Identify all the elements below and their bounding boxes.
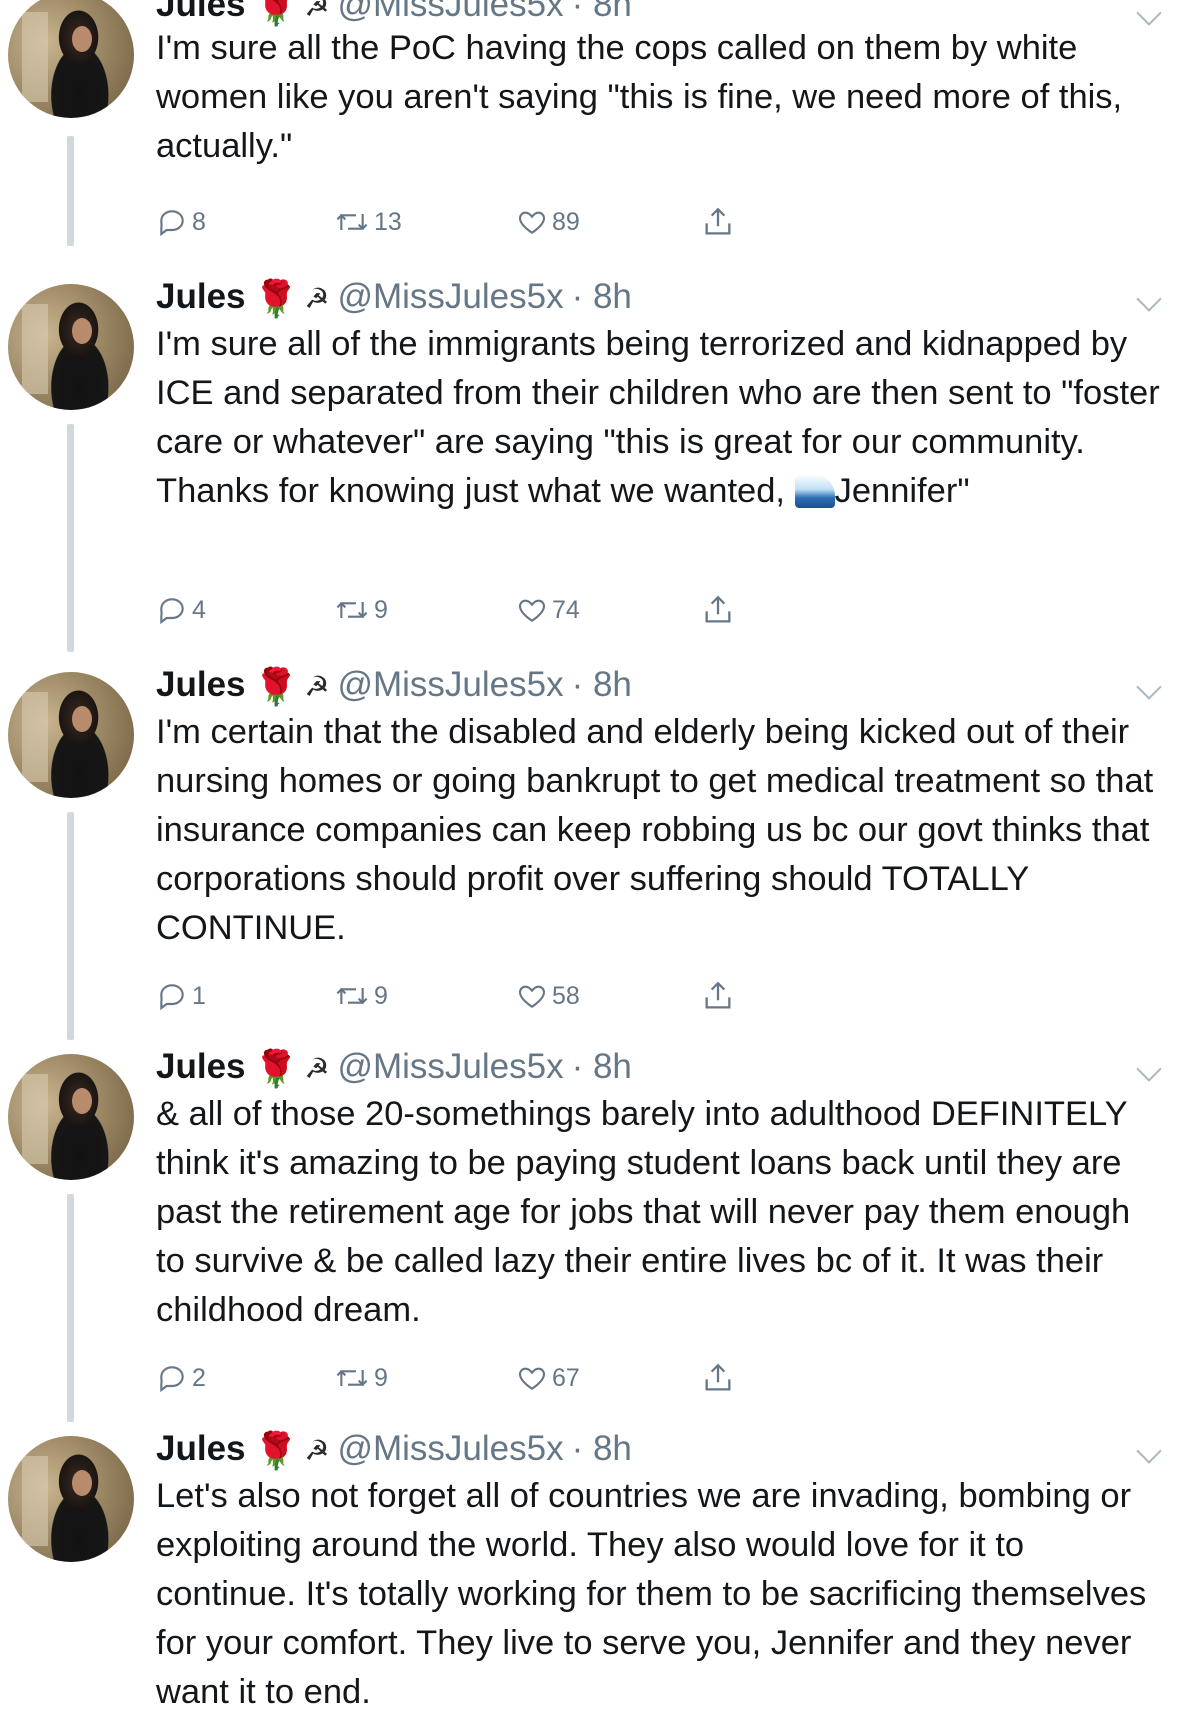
display-name[interactable]: Jules: [156, 0, 246, 24]
tweet-header: Jules 🌹 ☭ @MissJules5x · 8h: [156, 1428, 632, 1472]
timestamp[interactable]: · 8h: [572, 1429, 632, 1468]
tweet-header: Jules 🌹 ☭ @MissJules5x · 8h: [156, 276, 632, 320]
tweet-text: I'm sure all of the immigrants being ter…: [156, 320, 1166, 516]
display-name[interactable]: Jules: [156, 665, 246, 704]
user-handle[interactable]: @MissJules5x: [337, 0, 563, 24]
like-count: 67: [552, 1363, 580, 1392]
chevron-down-icon[interactable]: [1136, 1438, 1162, 1464]
retweet-count: 13: [374, 207, 402, 236]
share-icon: [701, 593, 735, 627]
retweet-button[interactable]: 9: [334, 1358, 388, 1398]
tweet[interactable]: Jules 🌹 ☭ @MissJules5x · 8h Let's also not f…: [0, 1428, 1200, 1723]
tweet-header: Jules 🌹 ☭ @MissJules5x · 8h: [156, 1046, 632, 1090]
heart-icon: [516, 980, 548, 1012]
like-button[interactable]: 89: [516, 202, 580, 242]
user-handle[interactable]: @MissJules5x: [337, 1047, 563, 1086]
retweet-button[interactable]: 9: [334, 976, 388, 1016]
tweet-text: I'm sure all the PoC having the cops cal…: [156, 29, 1132, 165]
share-button[interactable]: [701, 202, 735, 242]
reply-button[interactable]: 1: [156, 976, 206, 1016]
user-handle[interactable]: @MissJules5x: [337, 1429, 563, 1468]
like-button[interactable]: 74: [516, 590, 580, 630]
heart-icon: [516, 1362, 548, 1394]
retweet-count: 9: [374, 595, 388, 624]
reply-count: 2: [192, 1363, 206, 1392]
thread-line: [67, 1194, 74, 1422]
retweet-icon: [334, 594, 370, 626]
wave-emoji: [794, 474, 835, 508]
retweet-icon: [334, 980, 370, 1012]
tweet-text: Let's also not forget all of countries w…: [156, 1477, 1156, 1711]
reply-button[interactable]: 4: [156, 590, 206, 630]
tweet[interactable]: Jules 🌹 ☭ @MissJules5x · 8h & all of those 2…: [0, 1046, 1200, 1426]
reply-icon: [156, 1362, 188, 1394]
tweet[interactable]: Jules 🌹 ☭ @MissJules5x · 8h I'm sure all of …: [0, 276, 1200, 656]
retweet-icon: [334, 1362, 370, 1394]
retweet-button[interactable]: 9: [334, 590, 388, 630]
chevron-down-icon[interactable]: [1136, 0, 1162, 26]
reply-icon: [156, 594, 188, 626]
rose-emoji: 🌹: [253, 1429, 299, 1471]
heart-icon: [516, 594, 548, 626]
tweet-text-end: Jennifer": [834, 472, 970, 510]
tweet[interactable]: Jules 🌹 ☭ @MissJules5x · 8h I'm certain that…: [0, 664, 1200, 1044]
tweet-text: I'm certain that the disabled and elderl…: [156, 713, 1163, 947]
display-name[interactable]: Jules: [156, 1047, 246, 1086]
like-count: 74: [552, 595, 580, 624]
like-button[interactable]: 67: [516, 1358, 580, 1398]
tweet-thread: Jules 🌹 ☭ @MissJules5x · 8h I'm sure all the…: [0, 0, 1200, 1723]
display-name[interactable]: Jules: [156, 277, 246, 316]
retweet-count: 9: [374, 1363, 388, 1392]
like-button[interactable]: 58: [516, 976, 580, 1016]
rose-emoji: 🌹: [253, 277, 299, 319]
thread-line: [67, 424, 74, 652]
timestamp[interactable]: · 8h: [572, 1047, 632, 1086]
share-icon: [701, 1361, 735, 1395]
tweet[interactable]: Jules 🌹 ☭ @MissJules5x · 8h I'm sure all the…: [0, 0, 1200, 254]
tweet-text: & all of those 20-somethings barely into…: [156, 1095, 1140, 1329]
share-button[interactable]: [701, 976, 735, 1016]
hammer-sickle-emoji: ☭: [304, 1434, 330, 1466]
avatar[interactable]: [8, 1436, 134, 1562]
like-count: 58: [552, 981, 580, 1010]
hammer-sickle-emoji: ☭: [304, 1052, 330, 1084]
timestamp[interactable]: · 8h: [572, 665, 632, 704]
reply-count: 4: [192, 595, 206, 624]
rose-emoji: 🌹: [253, 1047, 299, 1089]
thread-line: [67, 812, 74, 1040]
chevron-down-icon[interactable]: [1136, 1056, 1162, 1082]
retweet-button[interactable]: 13: [334, 202, 402, 242]
tweet-text-main: I'm sure all of the immigrants being ter…: [156, 325, 1170, 510]
avatar[interactable]: [8, 1054, 134, 1180]
share-icon: [701, 205, 735, 239]
retweet-icon: [334, 206, 370, 238]
share-button[interactable]: [701, 1358, 735, 1398]
timestamp[interactable]: · 8h: [572, 0, 632, 24]
hammer-sickle-emoji: ☭: [304, 670, 330, 702]
reply-button[interactable]: 8: [156, 202, 206, 242]
hammer-sickle-emoji: ☭: [304, 282, 330, 314]
avatar[interactable]: [8, 672, 134, 798]
chevron-down-icon[interactable]: [1136, 286, 1162, 312]
chevron-down-icon[interactable]: [1136, 674, 1162, 700]
share-icon: [701, 979, 735, 1013]
reply-count: 1: [192, 981, 206, 1010]
retweet-count: 9: [374, 981, 388, 1010]
rose-emoji: 🌹: [253, 665, 299, 707]
reply-count: 8: [192, 207, 206, 236]
user-handle[interactable]: @MissJules5x: [337, 277, 563, 316]
heart-icon: [516, 206, 548, 238]
tweet-header: Jules 🌹 ☭ @MissJules5x · 8h: [156, 664, 632, 708]
timestamp[interactable]: · 8h: [572, 277, 632, 316]
reply-icon: [156, 980, 188, 1012]
user-handle[interactable]: @MissJules5x: [337, 665, 563, 704]
reply-button[interactable]: 2: [156, 1358, 206, 1398]
display-name[interactable]: Jules: [156, 1429, 246, 1468]
thread-line: [67, 136, 74, 246]
avatar[interactable]: [8, 0, 134, 118]
reply-icon: [156, 206, 188, 238]
avatar[interactable]: [8, 284, 134, 410]
like-count: 89: [552, 207, 580, 236]
share-button[interactable]: [701, 590, 735, 630]
